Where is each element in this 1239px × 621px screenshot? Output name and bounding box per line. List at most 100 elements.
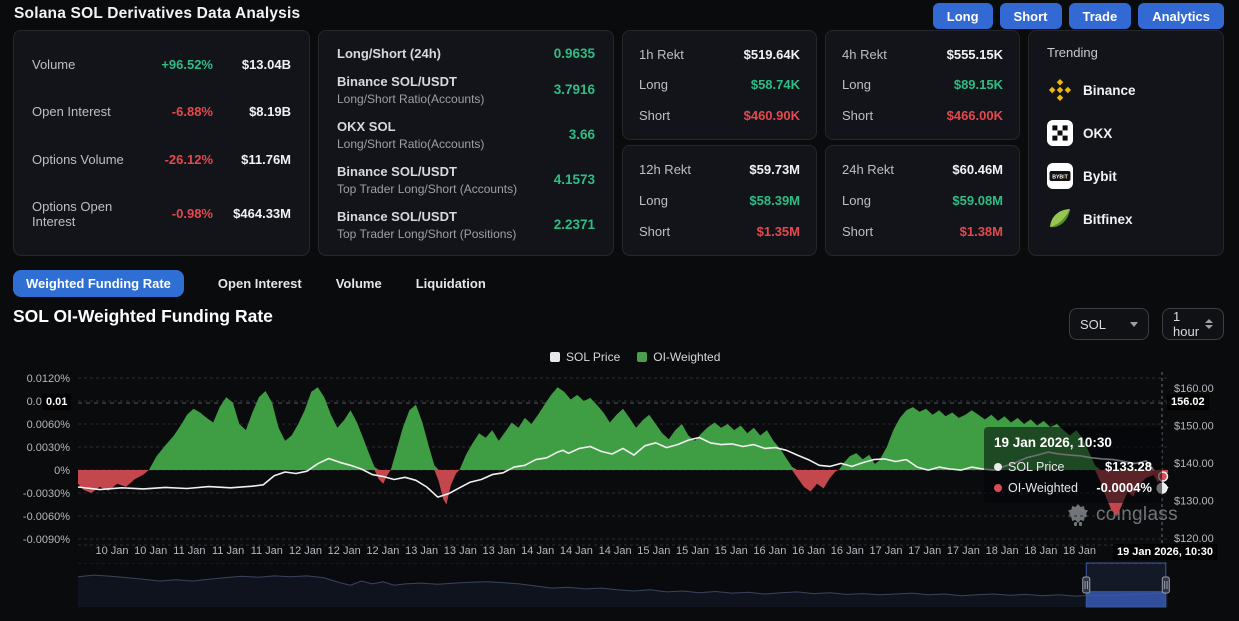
rekt-long-value: $89.15K	[954, 77, 1003, 92]
stat-row-options-volume: Options Volume -26.12% $11.76M	[32, 152, 291, 167]
okx-icon	[1047, 120, 1073, 146]
rekt-total: $60.46M	[952, 162, 1003, 177]
trade-button[interactable]: Trade	[1069, 3, 1132, 29]
trending-item-okx[interactable]: OKX	[1047, 120, 1205, 146]
navigator-right-handle[interactable]	[1162, 577, 1169, 593]
y-left-tick-label: 0.0060%	[27, 419, 71, 431]
trending-item-bybit[interactable]: BYBIT Bybit	[1047, 163, 1205, 189]
ratio-sublabel: Top Trader Long/Short (Positions)	[337, 227, 554, 241]
x-tick-label: 13 Jan	[405, 545, 438, 557]
stat-change: -0.98%	[143, 206, 213, 221]
interval-select[interactable]: 1 hour	[1162, 308, 1224, 340]
rekt-grid: 1h Rekt$519.64K Long$58.74K Short$460.90…	[622, 30, 1020, 256]
legend-item-oi-weighted[interactable]: OI-Weighted	[637, 350, 720, 364]
topbar: Solana SOL Derivatives Data Analysis Lon…	[0, 0, 1239, 30]
trending-item-label: Bitfinex	[1083, 212, 1133, 227]
y-right-tick-label: $150.00	[1174, 421, 1214, 433]
ratio-label: Binance SOL/USDT	[337, 164, 554, 179]
rekt-panel-4h: 4h Rekt$555.15K Long$89.15K Short$466.00…	[825, 30, 1020, 140]
x-tick-label: 16 Jan	[753, 545, 786, 557]
bitfinex-icon	[1047, 206, 1073, 232]
x-tick-label: 14 Jan	[560, 545, 593, 557]
tab-volume[interactable]: Volume	[336, 276, 382, 291]
rekt-total: $59.73M	[749, 162, 800, 177]
tab-weighted-funding-rate[interactable]: Weighted Funding Rate	[13, 270, 184, 297]
x-tick-label: 17 Jan	[947, 545, 980, 557]
x-tick-label: 12 Jan	[328, 545, 361, 557]
tooltip-value: -0.0004%	[1096, 480, 1152, 495]
rekt-title: 4h Rekt	[842, 47, 887, 62]
rekt-long-value: $58.74K	[751, 77, 800, 92]
funding-rate-chart: SOL Price OI-Weighted coinglass 0.0120%0…	[0, 345, 1239, 562]
rekt-panel-12h: 12h Rekt$59.73M Long$58.39M Short$1.35M	[622, 145, 817, 256]
x-tick-label: 14 Jan	[599, 545, 632, 557]
trending-title: Trending	[1047, 45, 1205, 60]
navigator-left-handle[interactable]	[1083, 577, 1090, 593]
tooltip-row-oi-weighted: OI-Weighted -0.0004%	[994, 480, 1152, 495]
page-title: Solana SOL Derivatives Data Analysis	[14, 5, 300, 23]
ratio-label: Binance SOL/USDT	[337, 209, 554, 224]
x-tick-label: 16 Jan	[831, 545, 864, 557]
rekt-short-value: $1.35M	[757, 224, 800, 239]
crosshair-left-value-badge: 0.01	[42, 394, 71, 410]
x-axis-labels: 10 Jan10 Jan11 Jan11 Jan11 Jan12 Jan12 J…	[95, 545, 1096, 557]
x-tick-label: 15 Jan	[715, 545, 748, 557]
ratio-sublabel: Top Trader Long/Short (Accounts)	[337, 182, 554, 196]
stat-change: +96.52%	[143, 57, 213, 72]
svg-text:BYBIT: BYBIT	[1052, 174, 1068, 180]
rekt-panel-1h: 1h Rekt$519.64K Long$58.74K Short$460.90…	[622, 30, 817, 140]
y-left-tick-label: -0.0090%	[23, 534, 70, 546]
trending-item-bitfinex[interactable]: Bitfinex	[1047, 206, 1205, 232]
legend-item-sol-price[interactable]: SOL Price	[550, 350, 620, 364]
x-tick-label: 18 Jan	[1063, 545, 1096, 557]
x-tick-label: 10 Jan	[134, 545, 167, 557]
x-tick-label: 11 Jan	[212, 545, 244, 557]
rekt-long-value: $59.08M	[952, 193, 1003, 208]
chart-navigator[interactable]	[0, 562, 1239, 621]
short-button[interactable]: Short	[1000, 3, 1062, 29]
stat-label: Options Volume	[32, 152, 143, 167]
long-short-ratio-panel: Long/Short (24h) 0.9635 Binance SOL/USDT…	[318, 30, 614, 256]
x-tick-label: 18 Jan	[1024, 545, 1057, 557]
symbol-select[interactable]: SOL	[1069, 308, 1149, 340]
x-tick-label: 14 Jan	[521, 545, 554, 557]
analytics-button[interactable]: Analytics	[1138, 3, 1224, 29]
ratio-row: Binance SOL/USDT Top Trader Long/Short (…	[337, 164, 595, 196]
x-tick-label: 12 Jan	[366, 545, 399, 557]
legend-label: OI-Weighted	[653, 350, 720, 364]
stat-change: -26.12%	[143, 152, 213, 167]
trending-item-binance[interactable]: Binance	[1047, 77, 1205, 103]
tooltip-label: OI-Weighted	[1008, 481, 1096, 495]
ratio-sublabel: Long/Short Ratio(Accounts)	[337, 137, 569, 151]
chevron-down-icon	[1130, 322, 1138, 327]
trending-item-label: Binance	[1083, 83, 1136, 98]
stat-label: Open Interest	[32, 104, 143, 119]
long-button[interactable]: Long	[933, 3, 993, 29]
y-right-tick-label: $140.00	[1174, 458, 1214, 470]
rekt-total: $519.64K	[744, 47, 800, 62]
rekt-short-label: Short	[842, 108, 873, 123]
rekt-short-value: $460.90K	[744, 108, 800, 123]
ratio-row: Long/Short (24h) 0.9635	[337, 46, 595, 61]
legend-label: SOL Price	[566, 350, 620, 364]
interval-select-value: 1 hour	[1173, 309, 1200, 339]
rekt-long-label: Long	[639, 77, 668, 92]
series-dot-icon	[994, 484, 1002, 492]
navigator-selection	[78, 563, 1168, 607]
x-tick-label: 15 Jan	[637, 545, 670, 557]
rekt-short-label: Short	[842, 224, 873, 239]
stat-row-volume: Volume +96.52% $13.04B	[32, 57, 291, 72]
stat-label: Options Open Interest	[32, 199, 143, 229]
tab-open-interest[interactable]: Open Interest	[218, 276, 302, 291]
stat-value: $13.04B	[213, 57, 291, 72]
section-title: SOL OI-Weighted Funding Rate	[13, 306, 273, 327]
y-left-tick-label: 0.0120%	[27, 373, 71, 385]
ratio-sublabel: Long/Short Ratio(Accounts)	[337, 92, 554, 106]
legend-swatch	[550, 352, 560, 362]
tab-liquidation[interactable]: Liquidation	[416, 276, 486, 291]
rekt-short-label: Short	[639, 108, 670, 123]
legend-swatch	[637, 352, 647, 362]
y-left-tick-label: 0%	[54, 465, 70, 477]
y-left-tick-label: -0.0030%	[23, 488, 70, 500]
x-tick-label: 17 Jan	[908, 545, 941, 557]
